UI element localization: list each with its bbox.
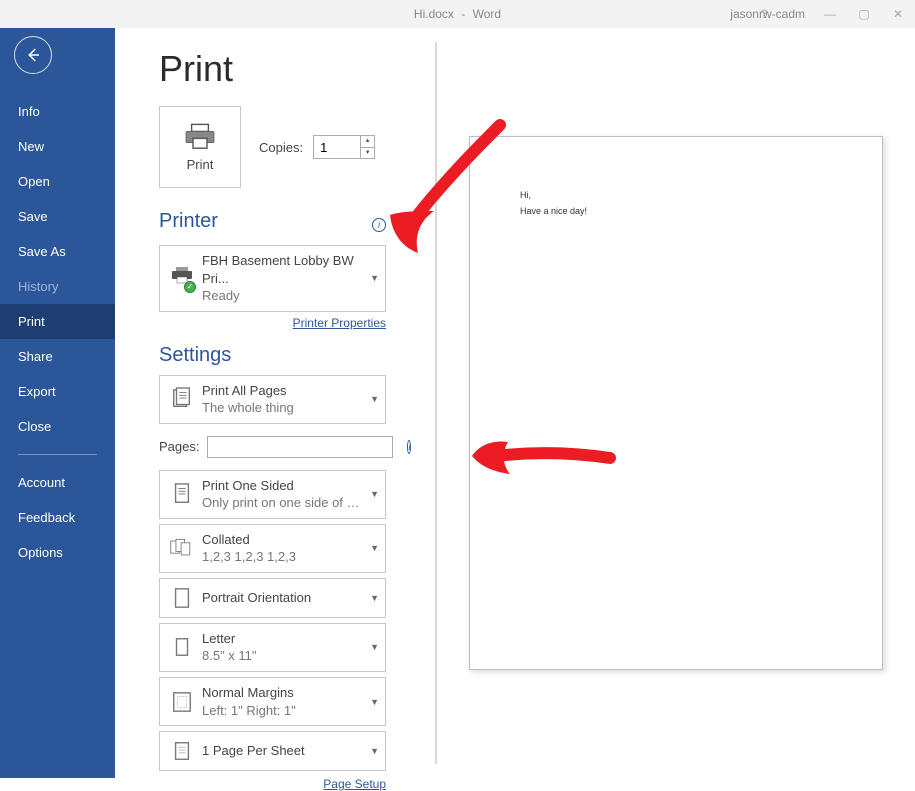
- ready-check-icon: ✓: [184, 281, 196, 293]
- settings-heading: Settings: [159, 344, 435, 367]
- copies-spinner[interactable]: ▲ ▼: [313, 135, 375, 159]
- collated-icon: [168, 534, 196, 562]
- window-controls: — ▢ ✕: [813, 0, 915, 28]
- copies-up-icon[interactable]: ▲: [361, 136, 374, 148]
- collation-dropdown[interactable]: Collated 1,2,3 1,2,3 1,2,3 ▼: [159, 524, 386, 573]
- copies-label: Copies:: [259, 140, 303, 155]
- printer-info-icon[interactable]: i: [372, 218, 386, 232]
- sidebar-item-print[interactable]: Print: [0, 304, 115, 339]
- back-arrow-icon: [24, 46, 42, 64]
- printer-status: Ready: [202, 287, 362, 305]
- orientation-line1: Portrait Orientation: [202, 589, 311, 607]
- sides-line2: Only print on one side of th...: [202, 494, 362, 512]
- print-range-line2: The whole thing: [202, 399, 294, 417]
- chevron-down-icon: ▼: [370, 394, 379, 404]
- margins-line2: Left: 1" Right: 1": [202, 702, 296, 720]
- sidebar-item-options[interactable]: Options: [0, 535, 115, 570]
- per-sheet-line1: 1 Page Per Sheet: [202, 742, 305, 760]
- close-window-button[interactable]: ✕: [881, 0, 915, 28]
- paper-icon: [168, 633, 196, 661]
- printer-properties-link[interactable]: Printer Properties: [159, 316, 386, 330]
- titlebar: Hi.docx - Word jasonrw-cadm ? — ▢ ✕: [0, 0, 915, 28]
- sidebar-item-open[interactable]: Open: [0, 164, 115, 199]
- margins-icon: [168, 688, 196, 716]
- portrait-icon: [168, 584, 196, 612]
- collation-line2: 1,2,3 1,2,3 1,2,3: [202, 548, 296, 566]
- chevron-down-icon: ▼: [370, 273, 379, 283]
- chevron-down-icon: ▼: [370, 642, 379, 652]
- collation-line1: Collated: [202, 532, 250, 547]
- pages-info-icon[interactable]: i: [407, 440, 411, 454]
- printer-name: FBH Basement Lobby BW Pri...: [202, 253, 354, 286]
- pages-per-sheet-dropdown[interactable]: 1 Page Per Sheet ▼: [159, 731, 386, 771]
- paper-size-dropdown[interactable]: Letter 8.5" x 11" ▼: [159, 623, 386, 672]
- app-name: Word: [473, 7, 501, 21]
- print-preview-pane: Hi, Have a nice day!: [437, 28, 915, 778]
- title-dash: -: [457, 7, 469, 21]
- paper-line2: 8.5" x 11": [202, 647, 257, 665]
- minimize-button[interactable]: —: [813, 0, 847, 28]
- sidebar-item-share[interactable]: Share: [0, 339, 115, 374]
- sidebar-item-account[interactable]: Account: [0, 465, 115, 500]
- back-button[interactable]: [14, 36, 52, 74]
- sidebar-item-close[interactable]: Close: [0, 409, 115, 444]
- page-setup-link[interactable]: Page Setup: [159, 777, 386, 791]
- sidebar-separator: [18, 454, 97, 455]
- sidebar: Info New Open Save Save As History Print…: [0, 28, 115, 778]
- print-range-dropdown[interactable]: Print All Pages The whole thing ▼: [159, 375, 386, 424]
- preview-line2: Have a nice day!: [520, 203, 832, 219]
- chevron-down-icon: ▼: [370, 543, 379, 553]
- print-settings-panel: Print Print Copies:: [115, 28, 435, 778]
- page-title: Print: [159, 48, 435, 90]
- sidebar-item-new[interactable]: New: [0, 129, 115, 164]
- chevron-down-icon: ▼: [370, 746, 379, 756]
- preview-page: Hi, Have a nice day!: [469, 136, 883, 670]
- orientation-dropdown[interactable]: Portrait Orientation ▼: [159, 578, 386, 618]
- chevron-down-icon: ▼: [370, 593, 379, 603]
- chevron-down-icon: ▼: [370, 489, 379, 499]
- sidebar-item-save[interactable]: Save: [0, 199, 115, 234]
- sidebar-item-history: History: [0, 269, 115, 304]
- print-button[interactable]: Print: [159, 106, 241, 188]
- sidebar-item-feedback[interactable]: Feedback: [0, 500, 115, 535]
- chevron-down-icon: ▼: [370, 697, 379, 707]
- maximize-button[interactable]: ▢: [847, 0, 881, 28]
- printer-dropdown[interactable]: ✓ FBH Basement Lobby BW Pri... Ready ▼: [159, 245, 386, 312]
- pages-label: Pages:: [159, 439, 199, 454]
- printer-icon: [183, 123, 217, 151]
- paper-line1: Letter: [202, 631, 235, 646]
- sidebar-item-info[interactable]: Info: [0, 94, 115, 129]
- help-button[interactable]: ?: [747, 0, 781, 28]
- sides-dropdown[interactable]: Print One Sided Only print on one side o…: [159, 470, 386, 519]
- sidebar-item-export[interactable]: Export: [0, 374, 115, 409]
- pages-icon: [168, 385, 196, 413]
- print-range-line1: Print All Pages: [202, 383, 287, 398]
- document-title: Hi.docx - Word: [414, 7, 501, 21]
- printer-status-icon: ✓: [170, 266, 194, 291]
- print-button-label: Print: [187, 157, 214, 172]
- copies-input[interactable]: [314, 136, 360, 158]
- copies-down-icon[interactable]: ▼: [361, 148, 374, 159]
- sides-line1: Print One Sided: [202, 478, 294, 493]
- printer-heading: Printer: [159, 210, 218, 233]
- margins-line1: Normal Margins: [202, 685, 294, 700]
- pages-input[interactable]: [207, 436, 393, 458]
- margins-dropdown[interactable]: Normal Margins Left: 1" Right: 1" ▼: [159, 677, 386, 726]
- preview-line1: Hi,: [520, 187, 832, 203]
- sidebar-item-save-as[interactable]: Save As: [0, 234, 115, 269]
- filename: Hi.docx: [414, 7, 454, 21]
- per-sheet-icon: [168, 737, 196, 765]
- one-sided-icon: [168, 480, 196, 508]
